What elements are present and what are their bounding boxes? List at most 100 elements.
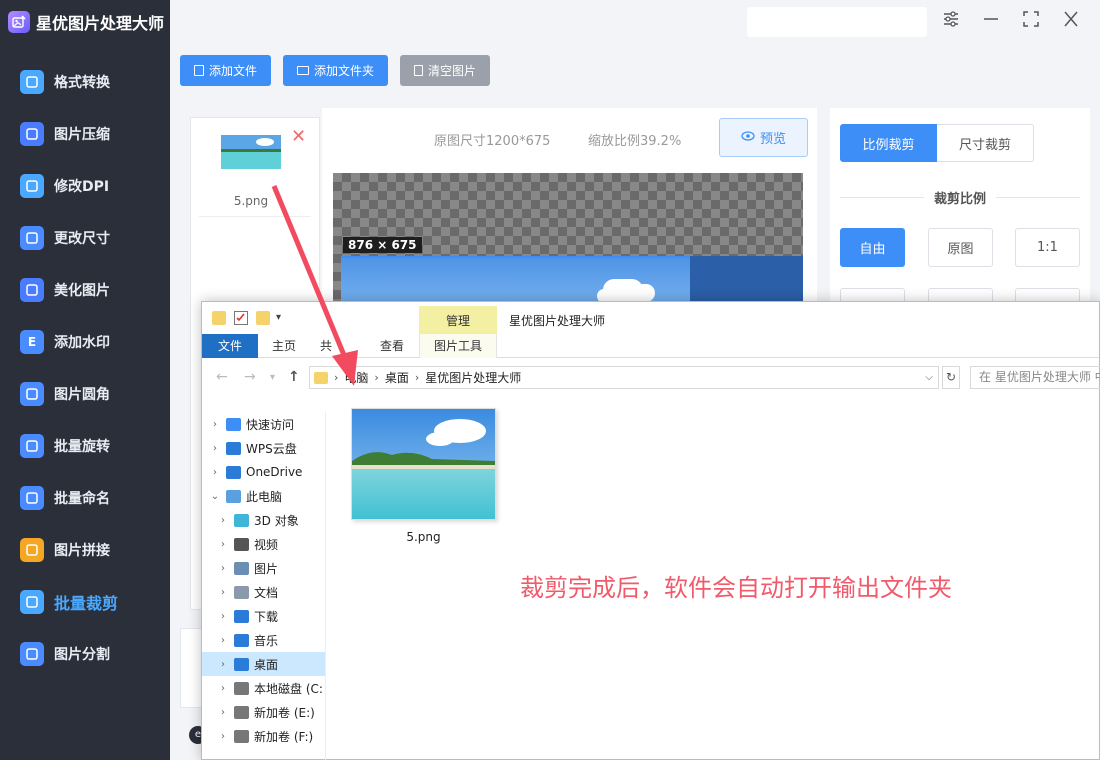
refresh-icon[interactable]: ↻: [942, 366, 960, 389]
tree-item[interactable]: › 视频: [202, 532, 325, 556]
chevron-right-icon[interactable]: ›: [216, 611, 230, 622]
sidebar-item-crop[interactable]: 批量裁剪: [0, 576, 170, 628]
chevron-right-icon[interactable]: ›: [216, 731, 230, 742]
tree-item[interactable]: › 快速访问: [202, 412, 325, 436]
recent-chevron-icon[interactable]: ▾: [270, 372, 275, 383]
forward-arrow-icon[interactable]: →: [244, 369, 256, 385]
tree-item-label: 此电脑: [246, 489, 283, 504]
chevron-right-icon[interactable]: ›: [208, 419, 222, 430]
sidebar-item-split[interactable]: 图片分割: [0, 628, 170, 680]
sidebar-item-format-convert[interactable]: 格式转换: [0, 56, 170, 108]
sidebar-item-round-corner[interactable]: 图片圆角: [0, 368, 170, 420]
chevron-right-icon[interactable]: ›: [216, 635, 230, 646]
close-icon[interactable]: [1059, 10, 1083, 34]
ribbon-tabs: 文件 主页 共 查看 图片工具: [202, 334, 1099, 358]
sidebar-item-image-compress[interactable]: 图片压缩: [0, 108, 170, 160]
tree-item-label: 新加卷 (E:): [254, 705, 315, 720]
add-folder-button[interactable]: 添加文件夹: [283, 55, 389, 86]
section-title: 裁剪比例: [840, 188, 1080, 207]
tree-item[interactable]: › 下载: [202, 604, 325, 628]
crop-canvas[interactable]: 876 × 675: [333, 173, 803, 313]
tree-item[interactable]: › 桌面: [202, 652, 325, 676]
beautify-icon: [20, 278, 44, 302]
tree-item[interactable]: › 新加卷 (F:): [202, 724, 325, 748]
tree-item-label: 文档: [254, 585, 279, 600]
address-dropdown-icon[interactable]: ⌵: [920, 366, 938, 389]
sidebar-item-watermark[interactable]: E 添加水印: [0, 316, 170, 368]
tree-item[interactable]: › 音乐: [202, 628, 325, 652]
file-item-name[interactable]: 5.png: [351, 530, 496, 544]
sidebar-item-rotate[interactable]: 批量旋转: [0, 420, 170, 472]
tree-item[interactable]: › 3D 对象: [202, 508, 325, 532]
tab-share[interactable]: 共: [316, 334, 336, 358]
computer-icon: [226, 489, 241, 503]
chevron-down-icon[interactable]: ⌄: [208, 491, 222, 502]
chevron-right-icon[interactable]: ›: [216, 707, 230, 718]
sidebar-item-dpi[interactable]: 修改DPI: [0, 160, 170, 212]
file-name: 5.png: [233, 194, 269, 208]
sidebar-item-beautify[interactable]: 美化图片: [0, 264, 170, 316]
remove-file-icon[interactable]: ✕: [291, 128, 306, 146]
ratio-original-button[interactable]: 原图: [928, 228, 993, 267]
manage-tab[interactable]: 管理: [419, 306, 497, 334]
chevron-right-icon[interactable]: ›: [208, 443, 222, 454]
tree-item-label: 快速访问: [246, 417, 295, 432]
original-size-text: 原图尺寸1200*675: [434, 134, 551, 149]
path-segment-desktop[interactable]: 桌面: [385, 369, 409, 386]
add-file-button[interactable]: 添加文件: [180, 55, 272, 86]
zoom-ratio-text: 缩放比例39.2%: [588, 134, 682, 149]
sidebar-item-resize[interactable]: 更改尺寸: [0, 212, 170, 264]
file-item-thumbnail[interactable]: [351, 408, 496, 520]
up-arrow-icon[interactable]: ↑: [288, 369, 300, 385]
chevron-right-icon[interactable]: ›: [208, 467, 222, 478]
chevron-right-icon[interactable]: ›: [216, 515, 230, 526]
tab-picture-tools[interactable]: 图片工具: [419, 334, 497, 358]
properties-icon[interactable]: [234, 311, 248, 325]
title-search-box[interactable]: [747, 7, 927, 37]
drive-icon: [234, 705, 249, 719]
back-arrow-icon[interactable]: ←: [216, 369, 228, 385]
tree-item[interactable]: › 本地磁盘 (C:: [202, 676, 325, 700]
tree-item[interactable]: › 新加卷 (E:): [202, 700, 325, 724]
tree-item-label: OneDrive: [246, 465, 303, 479]
chevron-right-icon[interactable]: ›: [216, 659, 230, 670]
file-icon: [194, 65, 204, 76]
ratio-free-button[interactable]: 自由: [840, 228, 905, 267]
folder-icon: [212, 311, 226, 325]
path-segment-folder[interactable]: 星优图片处理大师: [425, 369, 521, 386]
tree-item-label: 桌面: [254, 657, 279, 672]
address-bar: ← → ▾ ↑ › 电脑 › 桌面 › 星优图片处理大师 ⌵ ↻ 在 星优图片处…: [202, 364, 1100, 392]
tree-item[interactable]: › OneDrive: [202, 460, 325, 484]
chevron-right-icon[interactable]: ›: [216, 539, 230, 550]
ratio-1-1-button[interactable]: 1:1: [1015, 228, 1080, 267]
preview-button[interactable]: 预览: [719, 118, 808, 157]
explorer-search-input[interactable]: 在 星优图片处理大师 中: [970, 366, 1100, 389]
cloud-image: [603, 279, 643, 301]
new-folder-icon[interactable]: [256, 311, 270, 325]
tree-item[interactable]: › 图片: [202, 556, 325, 580]
title-bar: [170, 0, 1100, 44]
chevron-down-icon[interactable]: ▾: [276, 311, 290, 325]
minimize-icon[interactable]: [979, 10, 1003, 34]
file-thumbnail[interactable]: [221, 135, 281, 169]
path-segment-computer[interactable]: 电脑: [344, 369, 368, 386]
sidebar: 星优图片处理大师 格式转换 图片压缩 修改DPI 更改尺寸 美化图片 E 添加水印 图片圆角批…: [0, 0, 170, 760]
tab-file[interactable]: 文件: [202, 334, 258, 358]
tree-item[interactable]: ⌄ 此电脑: [202, 484, 325, 508]
sliders-icon[interactable]: [939, 10, 963, 34]
sidebar-item-rename[interactable]: 批量命名: [0, 472, 170, 524]
address-path[interactable]: › 电脑 › 桌面 › 星优图片处理大师: [309, 366, 939, 389]
watermark-icon: E: [20, 330, 44, 354]
tab-view[interactable]: 查看: [372, 334, 412, 358]
sidebar-item-stitch[interactable]: 图片拼接: [0, 524, 170, 576]
tree-item[interactable]: › 文档: [202, 580, 325, 604]
tab-home[interactable]: 主页: [264, 334, 304, 358]
maximize-icon[interactable]: [1019, 10, 1043, 34]
chevron-right-icon[interactable]: ›: [216, 563, 230, 574]
tab-size-crop[interactable]: 尺寸裁剪: [937, 124, 1034, 162]
clear-images-button[interactable]: 清空图片: [400, 55, 491, 86]
chevron-right-icon[interactable]: ›: [216, 683, 230, 694]
tree-item[interactable]: › WPS云盘: [202, 436, 325, 460]
tab-ratio-crop[interactable]: 比例裁剪: [840, 124, 937, 162]
chevron-right-icon[interactable]: ›: [216, 587, 230, 598]
